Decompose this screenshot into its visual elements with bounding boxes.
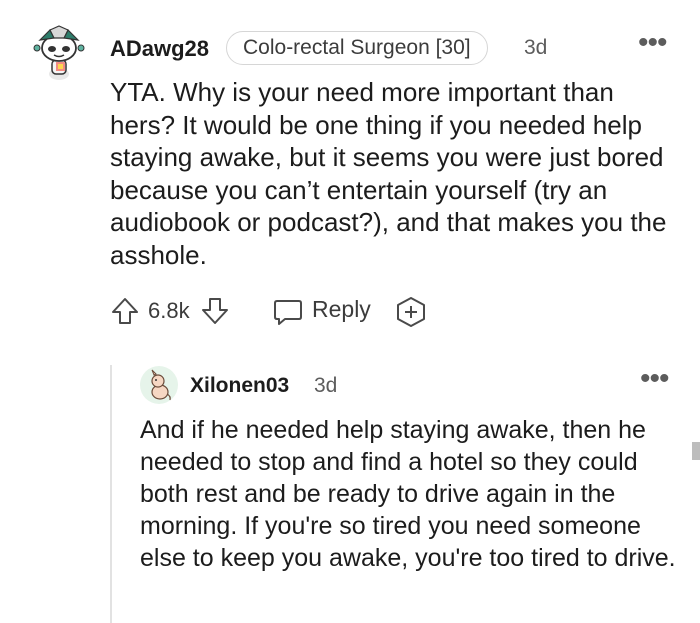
downvote-icon (202, 298, 228, 324)
downvote-button[interactable] (200, 296, 230, 331)
vote-count: 6.8k (148, 298, 190, 323)
award-button[interactable] (394, 295, 428, 334)
comment-author[interactable]: ADawg28 (110, 36, 209, 62)
award-icon (397, 297, 425, 327)
reply-label: Reply (312, 296, 371, 322)
thread-line[interactable] (110, 365, 112, 623)
reply-button[interactable]: Reply (272, 294, 382, 330)
more-options-button[interactable]: ••• (638, 28, 667, 58)
user-flair: Colo-rectal Surgeon [30] (226, 31, 488, 65)
reply-more-options-button[interactable]: ••• (640, 364, 669, 394)
snoo-avatar-icon (151, 369, 171, 401)
avatar[interactable] (30, 24, 88, 82)
scrollbar[interactable] (692, 442, 700, 460)
upvote-button[interactable] (110, 296, 140, 331)
reply-icon (274, 300, 302, 325)
reply-body: And if he needed help staying awake, the… (140, 416, 676, 572)
snoo-avatar-icon (33, 25, 85, 80)
more-icon: ••• (640, 362, 669, 395)
upvote-icon (112, 298, 138, 324)
comment-age: 3d (524, 36, 548, 59)
more-icon: ••• (638, 26, 667, 59)
comment-body: YTA. Why is your need more important tha… (110, 77, 667, 270)
reply-avatar[interactable] (140, 366, 178, 404)
reply-age: 3d (314, 374, 338, 397)
reply-author[interactable]: Xilonen03 (190, 374, 289, 398)
